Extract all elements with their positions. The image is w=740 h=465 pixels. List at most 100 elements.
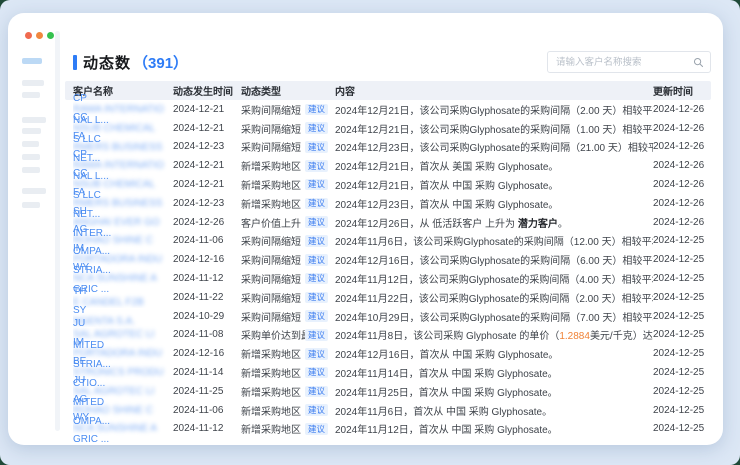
badge-cell: 建议 bbox=[305, 423, 335, 435]
suggestion-badge[interactable]: 建议 bbox=[305, 367, 328, 379]
suggestion-badge[interactable]: 建议 bbox=[305, 104, 328, 116]
suggestion-badge[interactable]: 建议 bbox=[305, 122, 328, 134]
event-date-cell: 2024-12-16 bbox=[173, 348, 241, 359]
sidebar-item[interactable] bbox=[22, 154, 40, 160]
badge-cell: 建议 bbox=[305, 273, 335, 285]
suggestion-badge[interactable]: 建议 bbox=[305, 198, 328, 210]
content-text: 2024年11月6日，首次从 中国 采购 Glyphosate。 bbox=[335, 407, 552, 418]
updated-date-cell: 2024-12-26 bbox=[653, 160, 711, 171]
customer-name-link[interactable]: WYNCA SUNSHINE AGRIC ... bbox=[73, 412, 173, 445]
updated-date-cell: 2024-12-25 bbox=[653, 235, 711, 246]
suggestion-badge[interactable]: 建议 bbox=[305, 141, 328, 153]
name-redacted-text: NGENTA S.A. bbox=[73, 316, 167, 327]
badge-cell: 建议 bbox=[305, 329, 335, 341]
event-date-cell: 2024-11-14 bbox=[173, 367, 241, 378]
event-date-cell: 2024-12-21 bbox=[173, 160, 241, 171]
suggestion-badge[interactable]: 建议 bbox=[305, 348, 328, 360]
activity-type-cell: 采购间隔缩短 bbox=[241, 290, 305, 305]
customer-name-link[interactable]: THE CANDEL F2B bbox=[73, 286, 173, 308]
badge-cell: 建议 bbox=[305, 160, 335, 172]
event-date-cell: 2024-11-12 bbox=[173, 273, 241, 284]
activity-type-cell: 新增采购地区 bbox=[241, 384, 305, 399]
name-redacted-text: ANGHAI EVER GO bbox=[73, 217, 167, 228]
content-cell: 2024年11月12日，首次从 中国 采购 Glyphosate。 bbox=[335, 421, 653, 436]
table-body: CPRAMA INTERNATIONAL L...2024-12-21采购间隔缩… bbox=[65, 100, 711, 438]
content-cell: 2024年12月23日，该公司采购Glyphosate的采购间隔（21.00 天… bbox=[335, 139, 653, 154]
customer-search-box[interactable] bbox=[547, 51, 711, 73]
content-cell: 2024年11月25日，首次从 中国 采购 Glyphosate。 bbox=[335, 384, 653, 399]
table-row[interactable]: SYNGENTA S.A.2024-10-29采购间隔缩短建议2024年10月2… bbox=[65, 307, 711, 326]
event-date-cell: 2024-12-21 bbox=[173, 179, 241, 190]
activity-type-cell: 采购间隔缩短 bbox=[241, 139, 305, 154]
sidebar-item[interactable] bbox=[22, 202, 40, 208]
main-content: 动态数 （391） 客户名称动态发生时间动态类型内容更新时间 CPRAMA IN… bbox=[65, 13, 711, 445]
sidebar-item[interactable] bbox=[22, 80, 44, 86]
content-cell: 2024年10月29日，该公司采购Glyphosate的采购间隔（7.00 天）… bbox=[335, 309, 653, 324]
activity-type-cell: 采购间隔缩短 bbox=[241, 252, 305, 267]
updated-date-cell: 2024-12-26 bbox=[653, 123, 711, 134]
sidebar-item[interactable] bbox=[22, 128, 41, 134]
highlight-value: 1.2884 bbox=[559, 331, 590, 342]
activity-type-cell: 新增采购地区 bbox=[241, 158, 305, 173]
content-text: 2024年12月23日，该公司采购Glyphosate的采购间隔（21.00 天… bbox=[335, 143, 653, 154]
suggestion-badge[interactable]: 建议 bbox=[305, 273, 328, 285]
badge-cell: 建议 bbox=[305, 404, 335, 416]
updated-date-cell: 2024-12-25 bbox=[653, 423, 711, 434]
activity-type-cell: 新增采购地区 bbox=[241, 196, 305, 211]
event-date-cell: 2024-10-29 bbox=[173, 311, 241, 322]
badge-cell: 建议 bbox=[305, 104, 335, 116]
sidebar-item[interactable] bbox=[22, 167, 40, 173]
customer-name-link[interactable]: SYNGENTA S.A. bbox=[73, 305, 173, 327]
badge-cell: 建议 bbox=[305, 292, 335, 304]
content-text: 2024年11月6日，该公司采购Glyphosate的采购间隔（12.00 天）… bbox=[335, 237, 653, 248]
table-row[interactable]: WYNCA SUNSHINE AGRIC ...2024-11-12采购间隔缩短… bbox=[65, 269, 711, 288]
content-cell: 2024年12月21日，该公司采购Glyphosate的采购间隔（1.00 天）… bbox=[335, 121, 653, 136]
event-date-cell: 2024-12-21 bbox=[173, 123, 241, 134]
activity-type-cell: 采购间隔缩短 bbox=[241, 121, 305, 136]
suggestion-badge[interactable]: 建议 bbox=[305, 235, 328, 247]
name-redacted-text: STRONICS PRODU bbox=[73, 367, 167, 378]
content-cell: 2024年11月6日，首次从 中国 采购 Glyphosate。 bbox=[335, 403, 653, 418]
suggestion-badge[interactable]: 建议 bbox=[305, 329, 328, 341]
sidebar-item[interactable] bbox=[22, 141, 39, 147]
suggestion-badge[interactable]: 建议 bbox=[305, 160, 328, 172]
app-window: 动态数 （391） 客户名称动态发生时间动态类型内容更新时间 CPRAMA IN… bbox=[8, 13, 723, 445]
suggestion-badge[interactable]: 建议 bbox=[305, 254, 328, 266]
content-cell: 2024年12月16日，该公司采购Glyphosate的采购间隔（6.00 天）… bbox=[335, 252, 653, 267]
event-date-cell: 2024-12-26 bbox=[173, 217, 241, 228]
sidebar-item[interactable] bbox=[22, 188, 46, 194]
search-input[interactable] bbox=[554, 56, 693, 69]
updated-date-cell: 2024-12-26 bbox=[653, 179, 711, 190]
content-text: 2024年10月29日，该公司采购Glyphosate的采购间隔（7.00 天）… bbox=[335, 313, 653, 324]
updated-date-cell: 2024-12-25 bbox=[653, 311, 711, 322]
content-text: 2024年12月21日，首次从 中国 采购 Glyphosate。 bbox=[335, 181, 558, 192]
activity-type-cell: 采购间隔缩短 bbox=[241, 233, 305, 248]
suggestion-badge[interactable]: 建议 bbox=[305, 423, 328, 435]
activity-type-cell: 采购间隔缩短 bbox=[241, 271, 305, 286]
suggestion-badge[interactable]: 建议 bbox=[305, 292, 328, 304]
sidebar-item-active[interactable] bbox=[22, 58, 42, 64]
badge-cell: 建议 bbox=[305, 179, 335, 191]
event-date-cell: 2024-12-23 bbox=[173, 198, 241, 209]
table-row[interactable]: WYNCA SUNSHINE AGRIC ...2024-11-12新增采购地区… bbox=[65, 420, 711, 439]
activity-table: 客户名称动态发生时间动态类型内容更新时间 CPRAMA INTERNATIONA… bbox=[65, 81, 711, 438]
content-cell: 2024年11月8日，该公司采购 Glyphosate 的单价（1.2884美元… bbox=[335, 327, 653, 342]
table-row[interactable]: THE CANDEL F2B2024-11-22采购间隔缩短建议 2024年11月… bbox=[65, 288, 711, 307]
content-cell: 2024年11月12日，该公司采购Glyphosate的采购间隔（4.00 天）… bbox=[335, 271, 653, 286]
activity-type-cell: 新增采购地区 bbox=[241, 177, 305, 192]
content-text: 2024年11月12日，首次从 中国 采购 Glyphosate。 bbox=[335, 425, 558, 436]
updated-date-cell: 2024-12-25 bbox=[653, 405, 711, 416]
badge-cell: 建议 bbox=[305, 367, 335, 379]
content-text: 2024年11月22日，该公司采购Glyphosate的采购间隔（2.00 天）… bbox=[335, 294, 653, 305]
column-header: 更新时间 bbox=[653, 83, 711, 98]
event-date-cell: 2024-11-22 bbox=[173, 292, 241, 303]
sidebar-item[interactable] bbox=[22, 117, 46, 123]
suggestion-badge[interactable]: 建议 bbox=[305, 310, 328, 322]
suggestion-badge[interactable]: 建议 bbox=[305, 179, 328, 191]
content-text: 2024年12月23日，首次从 中国 采购 Glyphosate。 bbox=[335, 200, 558, 211]
suggestion-badge[interactable]: 建议 bbox=[305, 404, 328, 416]
suggestion-badge[interactable]: 建议 bbox=[305, 216, 328, 228]
suggestion-badge[interactable]: 建议 bbox=[305, 386, 328, 398]
sidebar-item[interactable] bbox=[22, 92, 40, 98]
name-redacted-text: E CANDEL F2B bbox=[73, 297, 167, 308]
